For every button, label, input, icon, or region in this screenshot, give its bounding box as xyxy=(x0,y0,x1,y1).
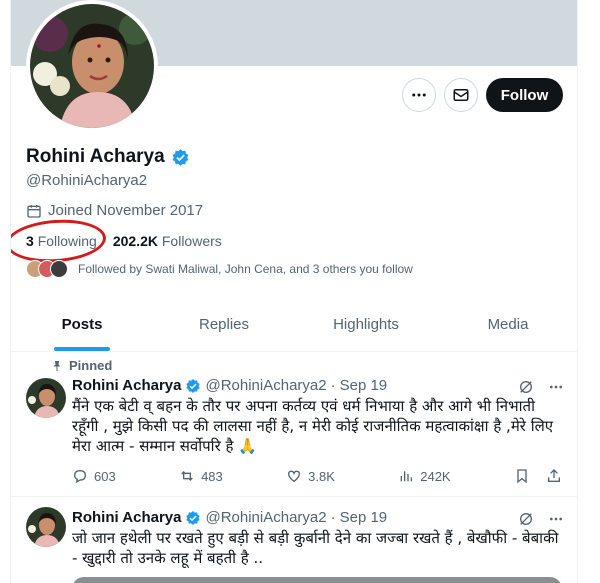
envelope-icon xyxy=(452,86,470,104)
heart-icon xyxy=(286,468,302,484)
red-circle-annotation xyxy=(11,216,108,266)
tweet-header: Rohini Acharya @RohiniAcharya2 · Sep 19 xyxy=(72,377,388,394)
more-horizontal-icon[interactable] xyxy=(548,379,564,395)
mutual-avatar xyxy=(50,260,68,278)
follow-button[interactable]: Follow xyxy=(486,78,563,112)
more-options-button[interactable] xyxy=(402,78,436,112)
followers-link[interactable]: 202.2K Followers xyxy=(113,233,222,249)
tweet-actions: 603 483 3.8K 242K xyxy=(72,468,562,484)
tweet-header: Rohini Acharya @RohiniAcharya2 · Sep 19 xyxy=(72,509,388,526)
tab-posts[interactable]: Posts xyxy=(11,302,153,351)
more-horizontal-icon xyxy=(410,86,428,104)
tweet-media-preview[interactable] xyxy=(72,577,562,583)
tweet-author-name[interactable]: Rohini Acharya xyxy=(72,377,181,394)
tweet-avatar[interactable] xyxy=(26,378,66,418)
views-button[interactable]: 242K xyxy=(398,468,451,484)
tweet-text: मैंने एक बेटी व् बहन के तौर पर अपना कर्त… xyxy=(72,397,554,455)
followed-by-text: Followed by Swati Maliwal, John Cena, an… xyxy=(78,262,413,276)
profile-name: Rohini Acharya xyxy=(26,146,190,168)
tweet-date[interactable]: Sep 19 xyxy=(340,509,388,526)
calendar-icon xyxy=(26,203,42,219)
grok-icon[interactable] xyxy=(518,379,534,395)
tab-highlights[interactable]: Highlights xyxy=(295,302,437,351)
profile-tabs: Posts Replies Highlights Media xyxy=(11,302,577,352)
like-button[interactable]: 3.8K xyxy=(286,468,335,484)
tab-replies[interactable]: Replies xyxy=(153,302,295,351)
profile-photo xyxy=(30,4,154,128)
display-name: Rohini Acharya xyxy=(26,146,165,167)
joined-text: Joined November 2017 xyxy=(48,202,204,219)
tweet-avatar[interactable] xyxy=(26,507,66,547)
message-button[interactable] xyxy=(444,78,478,112)
pinned-label: Pinned xyxy=(51,358,112,373)
profile-page: Follow Rohini Acharya @RohiniAcharya2 Jo… xyxy=(10,0,578,583)
mutual-avatars xyxy=(26,260,68,278)
tab-media[interactable]: Media xyxy=(437,302,577,351)
tweet-author-handle[interactable]: @RohiniAcharya2 xyxy=(205,509,326,526)
joined-date: Joined November 2017 xyxy=(26,202,203,219)
verified-badge-icon xyxy=(185,378,201,394)
tweet-text: जो जान हथेली पर रखते हुए बड़ी से बड़ी कु… xyxy=(72,529,559,567)
verified-badge-icon xyxy=(185,510,201,526)
profile-avatar[interactable] xyxy=(26,0,158,132)
pin-icon xyxy=(51,360,63,372)
profile-handle: @RohiniAcharya2 xyxy=(26,172,148,189)
more-horizontal-icon[interactable] xyxy=(548,511,564,527)
tweet-header-actions xyxy=(518,379,564,395)
tweet-author-handle[interactable]: @RohiniAcharya2 xyxy=(205,377,326,394)
tweet-author-name[interactable]: Rohini Acharya xyxy=(72,509,181,526)
tweet[interactable]: Rohini Acharya @RohiniAcharya2 · Sep 19 … xyxy=(11,497,577,583)
share-icon[interactable] xyxy=(546,468,562,484)
grok-icon[interactable] xyxy=(518,511,534,527)
repost-button[interactable]: 483 xyxy=(179,468,223,484)
repost-icon xyxy=(179,468,195,484)
views-chart-icon xyxy=(398,468,414,484)
followed-by[interactable]: Followed by Swati Maliwal, John Cena, an… xyxy=(26,260,413,278)
verified-badge-icon[interactable] xyxy=(171,148,190,167)
reply-button[interactable]: 603 xyxy=(72,468,116,484)
bookmark-icon[interactable] xyxy=(514,468,530,484)
tweet-date[interactable]: Sep 19 xyxy=(340,377,388,394)
reply-icon xyxy=(72,468,88,484)
active-tab-indicator xyxy=(54,347,110,351)
tweet-pinned[interactable]: Pinned Rohini Acharya @RohiniAcharya2 · … xyxy=(11,352,577,497)
tweet-extra-actions xyxy=(514,468,562,484)
tweet-header-actions xyxy=(518,511,564,527)
